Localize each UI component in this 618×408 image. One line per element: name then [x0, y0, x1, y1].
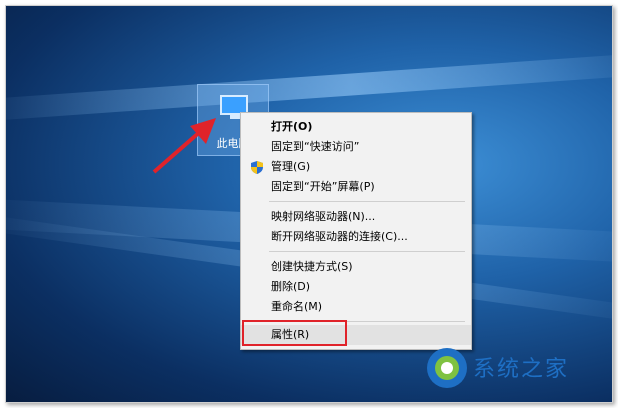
- menu-item-map-network-drive[interactable]: 映射网络驱动器(N)...: [241, 207, 471, 227]
- menu-item-rename[interactable]: 重命名(M): [241, 297, 471, 317]
- menu-separator: [269, 201, 465, 202]
- watermark-logo-icon: [427, 348, 467, 388]
- menu-item-pin-start[interactable]: 固定到“开始”屏幕(P): [241, 177, 471, 197]
- menu-item-pin-quick-access[interactable]: 固定到“快速访问”: [241, 137, 471, 157]
- context-menu: 打开(O) 固定到“快速访问” 管理(G) 固定到“开始”屏幕(P) 映射网络驱…: [240, 112, 472, 350]
- watermark: 系统之家: [425, 346, 605, 396]
- menu-item-delete[interactable]: 删除(D): [241, 277, 471, 297]
- uac-shield-icon: [251, 161, 263, 174]
- menu-separator: [269, 251, 465, 252]
- red-arrow-annotation: [152, 118, 216, 174]
- watermark-text: 系统之家: [473, 357, 570, 382]
- menu-item-manage[interactable]: 管理(G): [241, 157, 471, 177]
- menu-item-disconnect-network-drive[interactable]: 断开网络驱动器的连接(C)...: [241, 227, 471, 247]
- menu-item-create-shortcut[interactable]: 创建快捷方式(S): [241, 257, 471, 277]
- computer-icon-stand: [230, 115, 240, 119]
- properties-highlight-annotation: [242, 320, 347, 346]
- menu-item-open[interactable]: 打开(O): [241, 117, 471, 137]
